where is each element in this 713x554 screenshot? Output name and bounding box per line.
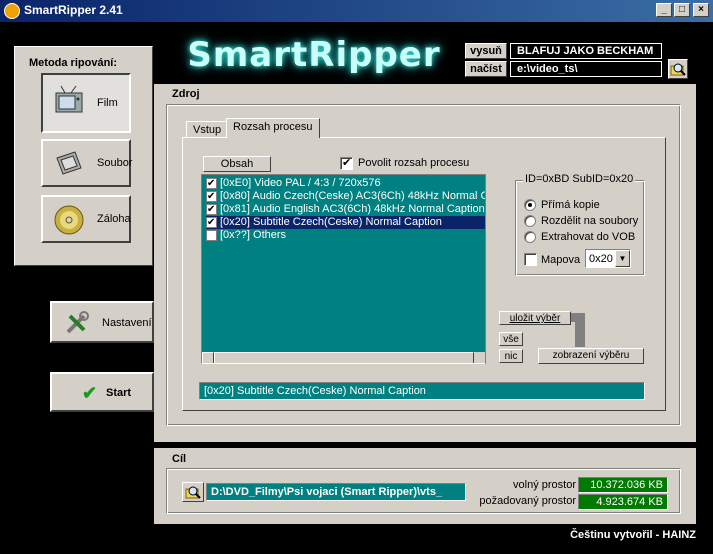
settings-label: Nastavení bbox=[102, 317, 152, 329]
stream-id-title: ID=0xBD SubID=0x20 bbox=[523, 173, 636, 185]
film-label: Film bbox=[97, 97, 118, 109]
method-panel: Metoda ripování: Film Soubor Záloha bbox=[14, 46, 153, 266]
start-label: Start bbox=[106, 387, 132, 399]
stream-checkbox[interactable] bbox=[206, 230, 217, 241]
target-panel: Cíl D:\DVD_Filmy\Psi vojaci (Smart Rippe… bbox=[154, 448, 696, 524]
app-icon bbox=[4, 3, 20, 19]
stream-list[interactable]: [0xE0] Video PAL / 4:3 / 720x576 [0x80] … bbox=[201, 174, 499, 364]
window-title: SmartRipper 2.41 bbox=[24, 3, 123, 17]
range-tab-page: Obsah Povolit rozsah procesu [0xE0] Vide… bbox=[182, 137, 666, 411]
show-selection-button[interactable]: zobrazení výběru bbox=[538, 348, 644, 364]
list-item[interactable]: [0x??] Others bbox=[206, 229, 498, 242]
backup-label: Záloha bbox=[97, 213, 131, 225]
map-checkbox[interactable] bbox=[524, 253, 537, 266]
source-heading: Zdroj bbox=[172, 88, 200, 100]
stream-checkbox[interactable] bbox=[206, 203, 217, 216]
target-path-input[interactable]: D:\DVD_Filmy\Psi vojaci (Smart Ripper)\v… bbox=[206, 483, 466, 501]
map-label: Mapova bbox=[541, 254, 581, 266]
list-item[interactable]: [0xE0] Video PAL / 4:3 / 720x576 bbox=[206, 177, 498, 190]
magnifier-folder-icon bbox=[185, 486, 201, 499]
file-button[interactable]: Soubor bbox=[41, 139, 133, 187]
stream-checkbox[interactable] bbox=[206, 177, 217, 190]
select-none-button[interactable]: nic bbox=[499, 349, 523, 363]
load-button[interactable]: načíst bbox=[465, 61, 507, 77]
tv-icon bbox=[55, 85, 83, 113]
content-header[interactable]: Obsah bbox=[203, 156, 271, 172]
stream-checkbox[interactable] bbox=[206, 216, 217, 229]
required-space-value: 4.923.674 KB bbox=[578, 494, 668, 510]
eject-button[interactable]: vysuň bbox=[465, 43, 507, 59]
list-item-selected[interactable]: [0x20] Subtitle Czech(Ceske) Normal Capt… bbox=[206, 216, 498, 229]
settings-button[interactable]: Nastavení bbox=[50, 301, 154, 343]
free-space-value: 10.372.036 KB bbox=[578, 477, 668, 493]
tab-range[interactable]: Rozsah procesu bbox=[226, 118, 320, 138]
minimize-button[interactable]: _ bbox=[656, 3, 672, 17]
backup-button[interactable]: Záloha bbox=[41, 195, 131, 243]
chevron-down-icon[interactable]: ▼ bbox=[615, 250, 630, 267]
enable-range-label: Povolit rozsah procesu bbox=[358, 157, 470, 169]
close-button[interactable]: × bbox=[693, 3, 709, 17]
selected-stream-field: [0x20] Subtitle Czech(Ceske) Normal Capt… bbox=[199, 382, 645, 400]
list-item[interactable]: [0x81] Audio English AC3(6Ch) 48kHz Norm… bbox=[206, 203, 498, 216]
free-space-label: volný prostor bbox=[513, 479, 576, 491]
select-all-button[interactable]: vše bbox=[499, 332, 523, 346]
list-horizontal-scrollbar[interactable] bbox=[202, 352, 498, 363]
title-bar[interactable]: SmartRipper 2.41 _ □ × bbox=[0, 0, 713, 22]
wrench-icon bbox=[66, 311, 89, 334]
scroll-left-arrow[interactable] bbox=[202, 352, 214, 363]
extract-vob-label: Extrahovat do VOB bbox=[541, 231, 636, 243]
method-heading: Metoda ripování: bbox=[29, 57, 118, 69]
file-label: Soubor bbox=[97, 157, 133, 169]
smartripper-window: SmartRipper 2.41 _ □ × SmartRipper vysuň… bbox=[0, 0, 713, 554]
film-button[interactable]: Film bbox=[41, 73, 131, 133]
split-files-radio[interactable] bbox=[524, 215, 536, 227]
disc-icon bbox=[54, 205, 84, 235]
tab-input[interactable]: Vstup bbox=[186, 121, 229, 138]
required-space-label: požadovaný prostor bbox=[479, 495, 576, 507]
list-vertical-scrollbar[interactable] bbox=[485, 174, 499, 364]
source-path-field[interactable]: e:\video_ts\ bbox=[510, 61, 662, 77]
list-item[interactable]: [0x80] Audio Czech(Ceske) AC3(6Ch) 48kHz… bbox=[206, 190, 498, 203]
save-selection-button[interactable]: uložit výběr bbox=[499, 311, 571, 325]
split-files-label: Rozdělit na soubory bbox=[541, 215, 639, 227]
extract-vob-radio[interactable] bbox=[524, 231, 536, 243]
map-select[interactable]: 0x20 ▼ bbox=[585, 249, 631, 268]
source-panel: Zdroj Vstup Rozsah procesu Obsah Povolit… bbox=[154, 84, 696, 442]
smartripper-logo: SmartRipper bbox=[187, 35, 441, 75]
disc-title-field: BLAFUJ JAKO BECKHAM bbox=[510, 43, 662, 59]
start-button[interactable]: ✔ Start bbox=[50, 372, 154, 412]
footer-credit: Češtinu vytvořil - HAINZ bbox=[570, 529, 696, 541]
magnifier-folder-icon bbox=[670, 63, 686, 76]
checkmark-icon: ✔ bbox=[82, 383, 98, 403]
stream-checkbox[interactable] bbox=[206, 190, 217, 203]
file-icon bbox=[56, 151, 82, 175]
browse-button[interactable] bbox=[668, 59, 688, 79]
enable-range-checkbox[interactable] bbox=[340, 156, 353, 170]
direct-copy-radio[interactable] bbox=[524, 199, 536, 211]
maximize-button[interactable]: □ bbox=[674, 3, 690, 17]
target-browse-button[interactable] bbox=[182, 482, 204, 502]
scroll-thumb[interactable] bbox=[214, 352, 474, 363]
direct-copy-label: Přímá kopie bbox=[541, 199, 600, 211]
target-heading: Cíl bbox=[172, 453, 187, 465]
